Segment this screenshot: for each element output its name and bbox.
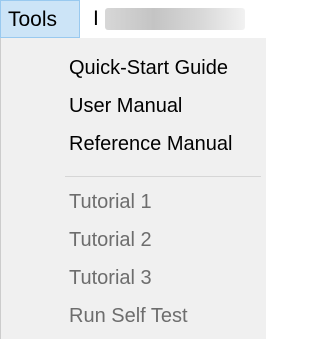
tools-menu[interactable]: Tools (0, 0, 80, 38)
blurred-menu-text (104, 8, 245, 31)
menu-item-reference-manual[interactable]: Reference Manual (69, 126, 232, 162)
menu-item-user-manual[interactable]: User Manual (69, 88, 182, 124)
tools-menu-label: Tools (8, 8, 58, 31)
help-menu[interactable]: I (93, 0, 253, 38)
help-menu-label: I (93, 7, 99, 31)
menu-item-quick-start-guide[interactable]: Quick-Start Guide (69, 50, 228, 86)
menu-item-tutorial-3: Tutorial 3 (69, 267, 152, 289)
tools-dropdown-menu: Quick-Start Guide User Manual Reference … (0, 38, 266, 339)
menu-item-run-self-test: Run Self Test (69, 305, 188, 327)
menu-bar: Tools I (0, 0, 266, 38)
menu-item-tutorial-2: Tutorial 2 (69, 229, 152, 251)
menu-separator (65, 176, 261, 177)
menu-item-tutorial-1: Tutorial 1 (69, 191, 152, 213)
